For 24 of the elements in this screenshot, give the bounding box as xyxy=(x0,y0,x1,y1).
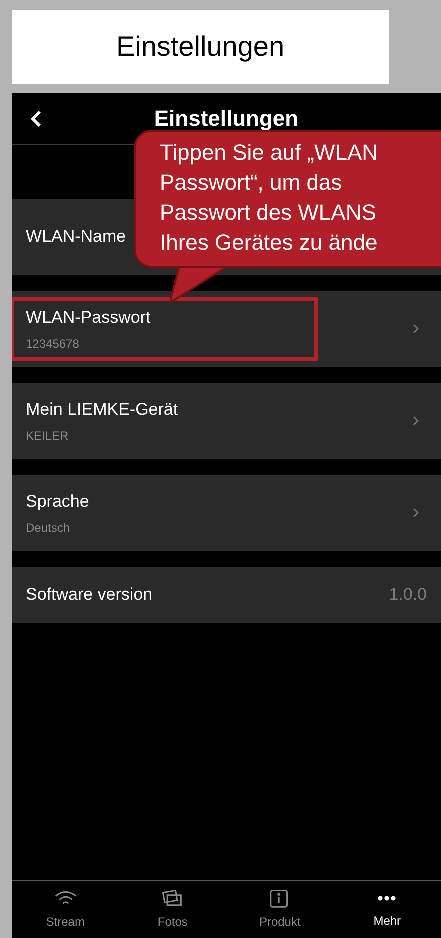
settings-row[interactable]: WLAN-Passwort 12345678 xyxy=(12,291,441,367)
tab-button[interactable]: Mehr xyxy=(334,881,441,938)
tab-button[interactable]: Produkt xyxy=(226,881,334,938)
row-label: Software version xyxy=(26,584,153,606)
row-value: KEILER xyxy=(26,428,69,446)
chevron-right-icon xyxy=(413,416,419,426)
caption-title: Einstellungen xyxy=(116,30,285,64)
more-dots-icon xyxy=(378,896,396,901)
tab-button[interactable]: Stream xyxy=(12,881,120,938)
chevron-right-icon xyxy=(413,508,419,518)
version-value: 1.0.0 xyxy=(389,584,427,606)
settings-row[interactable]: Mein LIEMKE-Gerät KEILER xyxy=(12,383,441,459)
callout-text: Tippen Sie auf „WLAN Passwort“, um das Passwort des WLANS Ihres Gerätes zu ände xyxy=(160,139,380,257)
row-label: Sprache xyxy=(26,490,90,513)
row-value: 12345678 xyxy=(26,336,80,354)
tab-button[interactable]: Fotos xyxy=(119,881,226,938)
row-value: Deutsch xyxy=(26,520,70,538)
row-label: WLAN-Name xyxy=(26,226,126,248)
back-chevron-icon xyxy=(30,110,42,128)
row-label: WLAN-Passwort xyxy=(26,306,151,329)
screen-title: Einstellungen xyxy=(154,105,299,133)
row-label: Mein LIEMKE-Gerät xyxy=(26,398,178,421)
chevron-right-icon xyxy=(413,324,419,334)
settings-row[interactable]: Sprache Deutsch xyxy=(12,475,441,551)
